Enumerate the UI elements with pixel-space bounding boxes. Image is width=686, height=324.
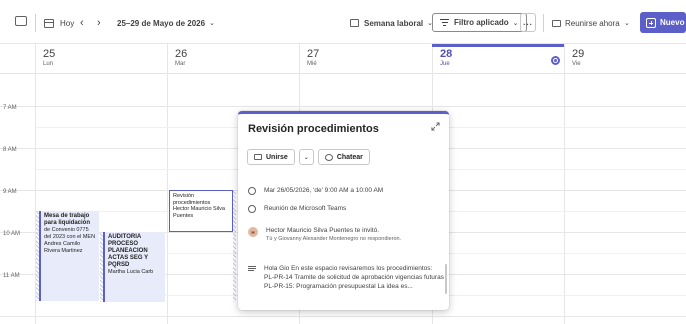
popup-scrollbar[interactable] xyxy=(445,264,447,294)
meet-now-label: Reunirse ahora xyxy=(565,18,620,28)
day-name: Mar xyxy=(175,61,186,67)
popup-responses: Tú y Giovanny Alexander Montenegro no re… xyxy=(266,236,402,242)
calendar-view-icon xyxy=(350,19,359,27)
popup-datetime: Mar 26/05/2026, 'de' 9:00 AM a 10:00 AM xyxy=(264,187,384,194)
hour-line xyxy=(0,106,686,107)
hour-line xyxy=(0,316,686,317)
meet-now-button[interactable]: Reunirse ahora xyxy=(552,15,620,31)
grid-line xyxy=(167,73,168,324)
hour-label: 11 AM xyxy=(3,273,20,279)
notes-icon xyxy=(248,266,256,271)
video-camera-icon xyxy=(552,19,561,27)
day-number: 25 xyxy=(43,48,56,60)
event-details-popup: Revisión procedimientos Unirse ⌄ Chatear… xyxy=(238,111,449,310)
day-header-mon[interactable]: 25 Lun xyxy=(35,44,167,73)
tentative-stripe xyxy=(233,190,236,302)
toolbar-divider xyxy=(35,14,36,32)
expand-icon[interactable] xyxy=(431,122,440,131)
calendar-icon xyxy=(44,18,54,28)
chevron-right-icon[interactable]: › xyxy=(97,15,101,31)
more-icon: ... xyxy=(523,18,533,27)
hour-label: 10 AM xyxy=(3,231,21,237)
sidebar-toggle-icon[interactable] xyxy=(15,16,27,26)
popup-title: Revisión procedimientos xyxy=(248,123,379,135)
chevron-left-icon[interactable]: ‹ xyxy=(80,15,84,31)
hour-label: 8 AM xyxy=(3,147,17,153)
grid-line xyxy=(564,73,565,324)
chat-label: Chatear xyxy=(336,153,363,161)
all-day-row[interactable] xyxy=(0,73,686,107)
chevron-down-icon: ⌄ xyxy=(303,154,309,161)
popup-actions: Unirse ⌄ Chatear xyxy=(247,149,370,165)
join-label: Unirse xyxy=(266,153,288,161)
event-organizer: Andres Camilo Rivera Martinez xyxy=(44,241,83,254)
day-header-wed[interactable]: 27 Mié xyxy=(299,44,432,73)
day-number: 29 xyxy=(572,48,585,60)
new-meeting-label: Nuevo xyxy=(660,18,685,27)
date-range-label: 25–29 de Mayo de 2026 xyxy=(117,18,206,28)
meet-now-dropdown[interactable]: ⌄ xyxy=(624,15,630,31)
organizer-avatar[interactable]: H xyxy=(248,227,258,237)
more-options-button[interactable]: ... xyxy=(520,13,536,32)
popup-organizer: Hector Mauricio Silva Puentes te invitó. xyxy=(266,227,380,234)
day-header-tue[interactable]: 26 Mar xyxy=(167,44,299,73)
video-camera-icon xyxy=(254,154,262,160)
event-revision-selected[interactable]: Revisión procedimientos Hector Mauricio … xyxy=(169,190,233,232)
hour-label: 9 AM xyxy=(3,189,17,195)
event-organizer: Martha Lucia Carb xyxy=(108,269,154,275)
chat-button[interactable]: Chatear xyxy=(317,149,370,165)
filter-button[interactable]: Filtro aplicado ⌄ xyxy=(432,13,527,32)
event-auditoria[interactable]: AUDITORIA PROCESO PLANEACION ACTAS SEG Y… xyxy=(103,232,165,302)
view-selector[interactable]: Semana laboral ⌄ xyxy=(350,15,433,31)
today-button[interactable]: Hoy xyxy=(44,15,74,31)
popup-location: Reunión de Microsoft Teams xyxy=(264,205,347,212)
location-icon xyxy=(248,205,256,213)
popup-location-row: Reunión de Microsoft Teams xyxy=(248,205,346,213)
day-number: 28 xyxy=(440,48,453,60)
day-header-fri[interactable]: 29 Vie xyxy=(564,44,686,73)
event-title: Revisión procedimientos xyxy=(173,193,211,206)
popup-datetime-row: Mar 26/05/2026, 'de' 9:00 AM a 10:00 AM xyxy=(248,187,383,195)
event-organizer: Hector Mauricio Silva Puentes xyxy=(173,206,225,219)
popup-attendees-row: H Hector Mauricio Silva Puentes te invit… xyxy=(248,227,401,242)
day-name: Jue xyxy=(440,61,450,67)
chevron-down-icon: ⌄ xyxy=(512,19,519,27)
day-name: Vie xyxy=(572,61,581,67)
today-label: Hoy xyxy=(60,18,75,28)
hour-label: 7 AM xyxy=(3,105,17,111)
join-button[interactable]: Unirse xyxy=(247,149,295,165)
toolbar-divider xyxy=(543,14,544,32)
event-title: AUDITORIA PROCESO PLANEACION ACTAS SEG Y… xyxy=(108,234,149,268)
today-dot-icon xyxy=(551,56,560,65)
date-range-picker[interactable]: 25–29 de Mayo de 2026 ⌄ xyxy=(117,15,215,31)
view-label: Semana laboral xyxy=(364,18,424,28)
join-options-dropdown[interactable]: ⌄ xyxy=(298,149,314,165)
filter-label: Filtro aplicado xyxy=(454,18,509,27)
day-number: 27 xyxy=(307,48,320,60)
chevron-down-icon: ⌄ xyxy=(209,20,215,27)
day-name: Lun xyxy=(43,61,54,67)
day-header-thu[interactable]: 28 Jue xyxy=(432,44,564,73)
day-name: Mié xyxy=(307,61,317,67)
clock-icon xyxy=(248,187,256,195)
calendar-toolbar: Hoy ‹ › 25–29 de Mayo de 2026 ⌄ Semana l… xyxy=(0,0,686,44)
event-body: de Convenio 0775 del 2023 con el MEN xyxy=(44,227,96,240)
day-number: 26 xyxy=(175,48,188,60)
event-title: Mesa de trabajo para liquidación xyxy=(44,213,91,226)
add-icon xyxy=(646,17,656,28)
new-meeting-button[interactable]: Nuevo xyxy=(640,12,686,33)
event-mesa-trabajo[interactable]: Mesa de trabajo para liquidación de Conv… xyxy=(39,211,99,301)
chat-icon xyxy=(324,153,333,161)
filter-icon xyxy=(440,19,449,26)
popup-description: Hola Gio En este espacio revisaremos los… xyxy=(264,265,444,290)
today-indicator xyxy=(432,44,564,47)
popup-description-row: Hola Gio En este espacio revisaremos los… xyxy=(248,264,444,291)
